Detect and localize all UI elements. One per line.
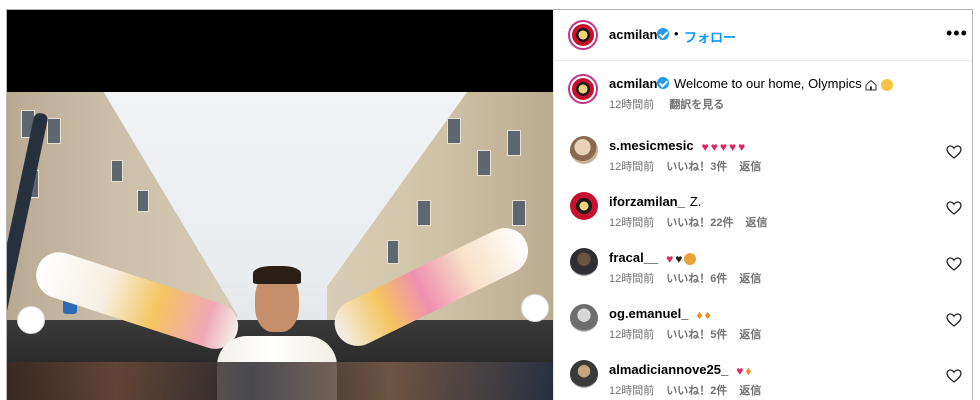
comment-line: fracal__ ♥ ♥ [609,250,698,265]
comment-line: iforzamilan_ Z. [609,194,704,209]
like-comment-heart-icon[interactable] [946,144,962,160]
post-photo[interactable] [7,10,553,400]
comment-line: og.emanuel_ ♦ ♦ [609,306,713,321]
comment-username[interactable]: almadiciannove25_ [609,362,728,377]
photo-window [447,118,461,144]
acmilan-logo-icon [572,78,594,100]
verified-badge-icon [657,77,669,89]
translate-link[interactable]: 翻訳を見る [669,99,724,111]
header-username[interactable]: acmilan [609,27,657,42]
lion-face-icon [684,252,697,265]
like-comment-heart-icon[interactable] [946,256,962,272]
comment-meta: 12時間前 いいね！22件 返信 [609,214,780,230]
comment-username[interactable]: og.emanuel_ [609,306,688,321]
commenter-avatar[interactable] [570,192,598,220]
comment-text: Z. [689,194,702,209]
caption-body: Welcome to our home, Olympics [674,76,862,91]
comment-username[interactable]: s.mesicmesic [609,138,694,153]
caption-time: 12時間前 [609,99,655,111]
comment-username[interactable]: fracal__ [609,250,658,265]
like-comment-heart-icon[interactable] [946,312,962,328]
commenter-avatar[interactable] [570,304,598,332]
fire-icon: ♦ [704,307,711,322]
fire-icon: ♦ [696,307,703,322]
comment-likes[interactable]: いいね！3件 [666,161,727,173]
red-heart-icon: ♥ [719,139,727,154]
comment-time: 12時間前 [609,385,655,397]
comment-time: 12時間前 [609,161,655,173]
red-heart-icon: ♥ [666,251,674,266]
caption-avatar[interactable] [568,74,598,104]
comment-time: 12時間前 [609,273,655,285]
account-avatar[interactable] [568,20,598,50]
red-heart-icon: ♥ [701,139,709,154]
comment-line: almadiciannove25_ ♥ ♦ [609,362,753,377]
comment-meta: 12時間前 いいね！5件 返信 [609,326,773,342]
caption-text: Welcome to our home, Olympics [674,76,893,91]
red-heart-icon: ♥ [710,139,718,154]
reply-button[interactable]: 返信 [739,385,761,397]
red-heart-icon: ♥ [728,139,737,154]
comment-time: 12時間前 [609,217,655,229]
reply-button[interactable]: 返信 [746,217,768,229]
fire-icon: ♦ [745,363,752,378]
follow-button[interactable]: フォロー [684,27,736,46]
acmilan-logo-icon [572,24,594,46]
verified-badge-icon [657,28,669,40]
comment-likes[interactable]: いいね！5件 [666,329,727,341]
reply-button[interactable]: 返信 [739,161,761,173]
more-options-icon[interactable]: ••• [946,23,968,44]
comment-time: 12時間前 [609,329,655,341]
photo-window [512,200,526,226]
commenter-avatar[interactable] [570,248,598,276]
reply-button[interactable]: 返信 [739,329,761,341]
reply-button[interactable]: 返信 [739,273,761,285]
commenter-avatar[interactable] [570,360,598,388]
commenter-avatar[interactable] [570,136,598,164]
instagram-post-window: acmilan • フォロー ••• acmilan Welcome to ou… [6,9,973,400]
photo-window [111,160,123,182]
comment-line: s.mesicmesic ♥ ♥ ♥ ♥ ♥ [609,138,747,153]
torchbearer-hair [253,266,301,284]
house-icon [865,79,877,91]
comment-meta: 12時間前 いいね！6件 返信 [609,270,773,286]
glove-left [17,306,45,334]
header-separator: • [674,26,679,41]
photo-window [417,200,431,226]
red-heart-icon: ♥ [738,139,746,154]
comment-likes[interactable]: いいね！2件 [666,385,727,397]
photo-window [507,130,521,156]
post-header: acmilan • フォロー ••• [554,10,972,61]
smiling-face-icon [880,78,893,91]
post-side-panel: acmilan • フォロー ••• acmilan Welcome to ou… [553,10,972,400]
like-comment-heart-icon[interactable] [946,368,962,384]
caption-username[interactable]: acmilan [609,76,657,91]
photo-window [387,240,399,264]
like-comment-heart-icon[interactable] [946,200,962,216]
photo-window [477,150,491,176]
photo-window [137,190,149,212]
caption-meta: 12時間前 翻訳を見る [609,96,736,112]
comment-username[interactable]: iforzamilan_ [609,194,685,209]
comment-likes[interactable]: いいね！22件 [666,217,733,229]
comment-meta: 12時間前 いいね！3件 返信 [609,158,773,174]
photo-window [47,118,61,144]
red-heart-icon: ♥ [736,363,744,378]
comment-likes[interactable]: いいね！6件 [666,273,727,285]
glove-right [521,294,549,322]
comment-meta: 12時間前 いいね！2件 返信 [609,382,773,398]
photo-crowd [7,362,553,400]
black-heart-icon: ♥ [675,251,683,266]
